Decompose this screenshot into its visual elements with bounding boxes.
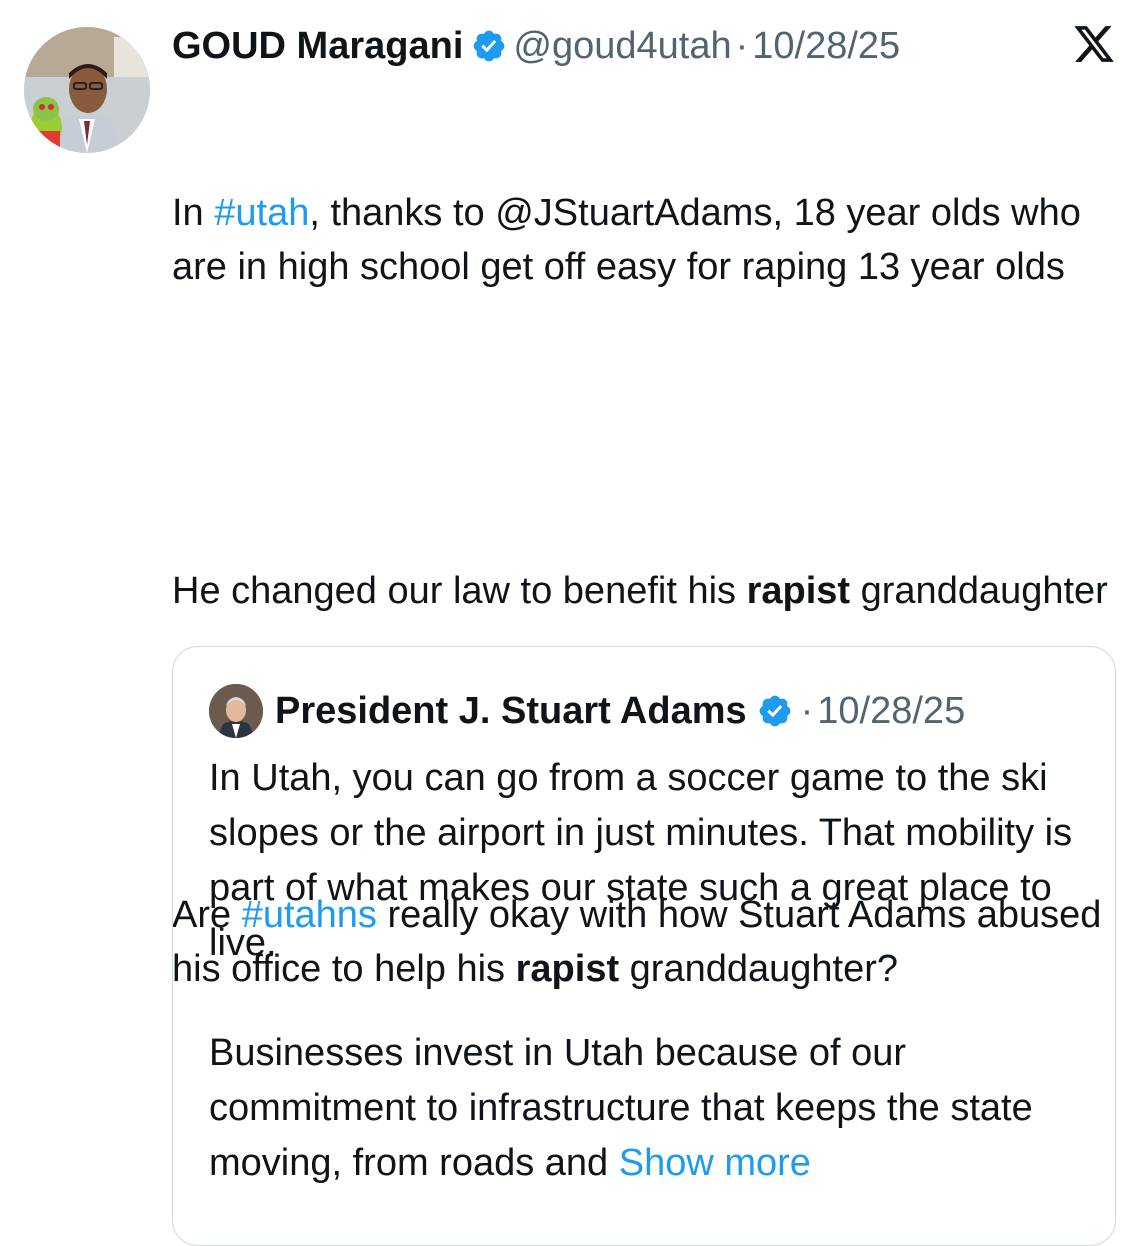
tweet-date[interactable]: 10/28/25 xyxy=(752,22,900,70)
text-segment: , thanks to @JStuartAdams, 18 year olds … xyxy=(172,192,1092,288)
text-segment: He changed our law to benefit his xyxy=(172,570,747,612)
quoted-paragraph-2: Businesses invest in Utah because of our… xyxy=(209,1026,1089,1191)
tweet-paragraph-1: In #utah, thanks to @JStuartAdams, 18 ye… xyxy=(172,186,1112,294)
quoted-tweet-date[interactable]: 10/28/25 xyxy=(817,690,965,733)
quoted-paragraph-1: In Utah, you can go from a soccer game t… xyxy=(209,757,1073,964)
x-logo-icon[interactable] xyxy=(1072,22,1116,66)
show-more-link[interactable]: Show more xyxy=(619,1142,811,1184)
text-segment: In xyxy=(172,192,215,234)
separator-dot: · xyxy=(800,689,814,732)
author-handle[interactable]: @goud4utah xyxy=(513,22,731,70)
verified-badge-icon[interactable] xyxy=(757,693,793,729)
quoted-avatar-image xyxy=(209,684,263,738)
quoted-tweet-header: President J. Stuart Adams · 10/28/25 xyxy=(209,684,965,738)
author-avatar[interactable] xyxy=(24,27,150,153)
text-segment: granddaughter xyxy=(850,570,1108,612)
quoted-author-avatar[interactable] xyxy=(209,684,263,738)
tweet-paragraph-2: He changed our law to benefit his rapist… xyxy=(172,564,1112,618)
quoted-author-name[interactable]: President J. Stuart Adams xyxy=(275,690,747,733)
tweet-header: GOUD Maragani @goud4utah · 10/28/25 xyxy=(172,22,900,70)
hashtag-link[interactable]: #utah xyxy=(214,192,309,234)
verified-badge-icon[interactable] xyxy=(471,28,507,64)
separator-dot: · xyxy=(735,25,749,67)
bold-text: rapist xyxy=(746,570,851,612)
author-avatar-image xyxy=(24,27,150,153)
quoted-tweet-card[interactable]: President J. Stuart Adams · 10/28/25 In … xyxy=(172,646,1116,1246)
quoted-tweet-body: In Utah, you can go from a soccer game t… xyxy=(209,751,1089,1191)
author-name[interactable]: GOUD Maragani xyxy=(172,22,463,70)
